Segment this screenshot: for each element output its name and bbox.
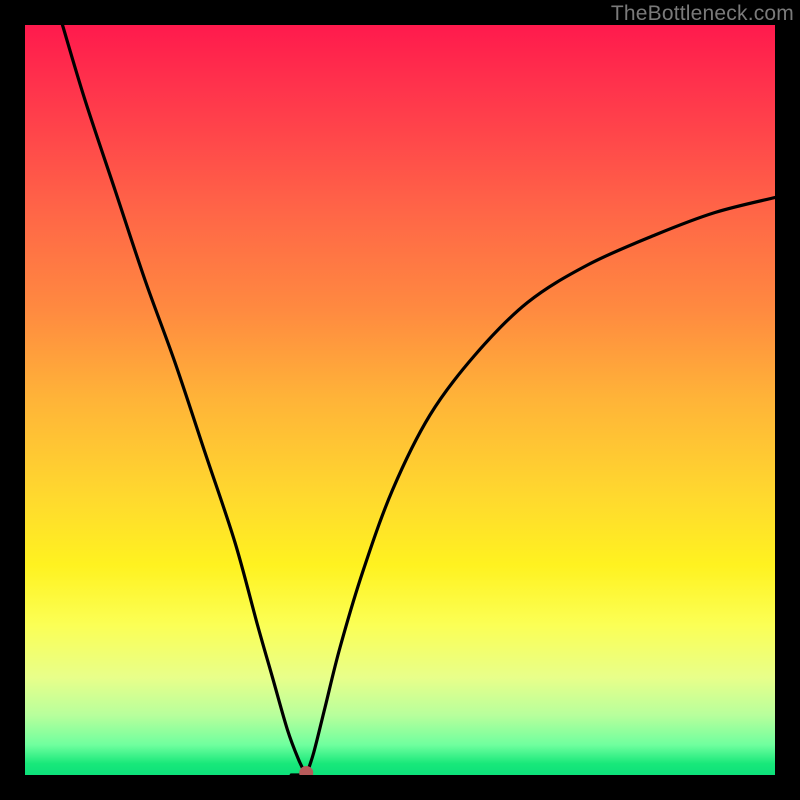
curve-path xyxy=(63,25,776,775)
chart-frame: TheBottleneck.com xyxy=(0,0,800,800)
plot-area xyxy=(25,25,775,775)
watermark-text: TheBottleneck.com xyxy=(611,2,794,26)
bottleneck-curve xyxy=(25,25,775,775)
